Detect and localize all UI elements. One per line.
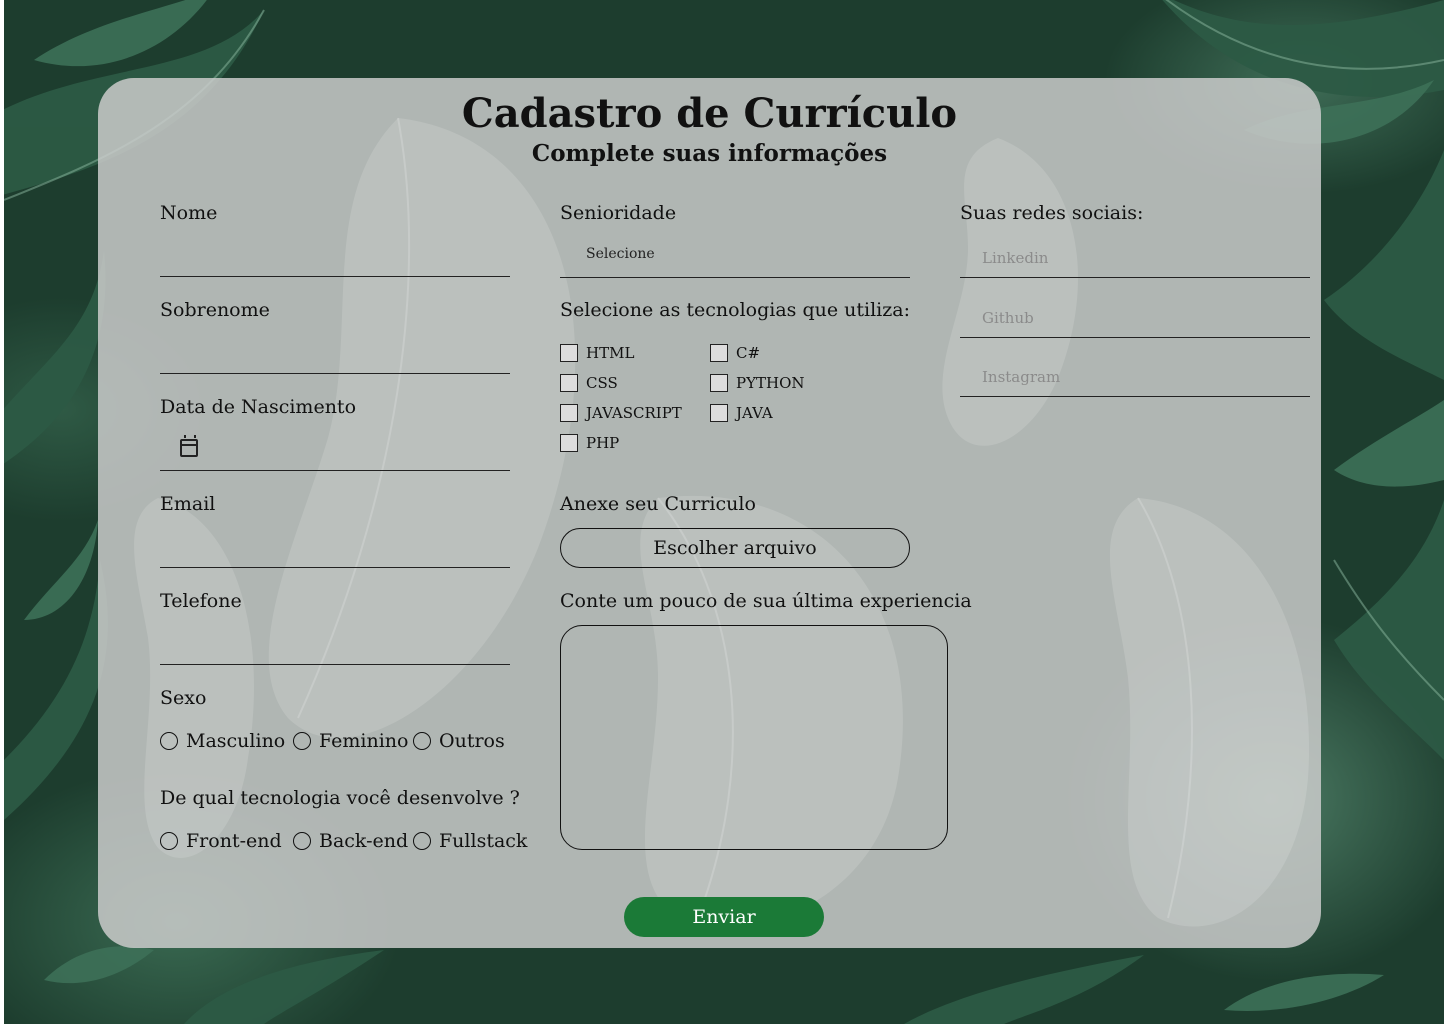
- radio-outros[interactable]: Outros: [413, 730, 505, 752]
- radio-masculino[interactable]: Masculino: [160, 730, 293, 752]
- instagram-input[interactable]: [960, 357, 1310, 397]
- nascimento-label: Data de Nascimento: [160, 396, 357, 418]
- choose-file-button[interactable]: Escolher arquivo: [560, 528, 910, 568]
- telefone-input[interactable]: [160, 625, 510, 665]
- radio-circle[interactable]: [160, 732, 178, 750]
- anexo-label: Anexe seu Curriculo: [560, 493, 756, 515]
- radio-circle[interactable]: [413, 732, 431, 750]
- nascimento-date-input[interactable]: [160, 431, 510, 471]
- radio-feminino[interactable]: Feminino: [293, 730, 413, 752]
- nome-input[interactable]: [160, 237, 510, 277]
- experiencia-textarea[interactable]: [560, 625, 948, 850]
- radio-label: Feminino: [319, 730, 409, 752]
- radio-label: Front-end: [186, 830, 282, 852]
- tech-area-radio-group: Front-end Back-end Fullstack: [160, 830, 527, 852]
- checkbox-box[interactable]: [710, 344, 728, 362]
- radio-label: Back-end: [319, 830, 409, 852]
- checkbox-box[interactable]: [560, 434, 578, 452]
- checkbox-label: PYTHON: [736, 374, 805, 392]
- checkbox-label: JAVASCRIPT: [586, 404, 682, 422]
- checkbox-box[interactable]: [560, 374, 578, 392]
- checkbox-box[interactable]: [710, 374, 728, 392]
- github-input[interactable]: [960, 298, 1310, 338]
- sexo-radio-group: Masculino Feminino Outros: [160, 730, 505, 752]
- checkbox-label: PHP: [586, 434, 620, 452]
- radio-circle[interactable]: [293, 832, 311, 850]
- checkbox-javascript[interactable]: JAVASCRIPT: [560, 404, 682, 422]
- radio-fullstack[interactable]: Fullstack: [413, 830, 527, 852]
- experiencia-label: Conte um pouco de sua última experiencia: [560, 590, 972, 612]
- sexo-label: Sexo: [160, 687, 207, 709]
- checkbox-python[interactable]: PYTHON: [710, 374, 805, 392]
- radio-back-end[interactable]: Back-end: [293, 830, 413, 852]
- tecnologias-label: Selecione as tecnologias que utiliza:: [560, 299, 910, 321]
- checkbox-label: C#: [736, 344, 761, 362]
- radio-circle[interactable]: [413, 832, 431, 850]
- radio-front-end[interactable]: Front-end: [160, 830, 293, 852]
- checkbox-label: JAVA: [736, 404, 773, 422]
- page-title: Cadastro de Currículo: [461, 90, 958, 137]
- telefone-label: Telefone: [160, 590, 242, 612]
- radio-circle[interactable]: [160, 832, 178, 850]
- checkbox-box[interactable]: [560, 344, 578, 362]
- checkbox-java[interactable]: JAVA: [710, 404, 773, 422]
- checkbox-label: CSS: [586, 374, 618, 392]
- checkbox-css[interactable]: CSS: [560, 374, 618, 392]
- sobrenome-input[interactable]: [160, 334, 510, 374]
- email-input[interactable]: [160, 528, 510, 568]
- email-label: Email: [160, 493, 216, 515]
- checkbox-html[interactable]: HTML: [560, 344, 634, 362]
- checkbox-csharp[interactable]: C#: [710, 344, 760, 362]
- redes-sociais-label: Suas redes sociais:: [960, 202, 1144, 224]
- form-card: Cadastro de Currículo Complete suas info…: [98, 78, 1321, 948]
- radio-circle[interactable]: [293, 732, 311, 750]
- tech-area-label: De qual tecnologia você desenvolve ?: [160, 787, 520, 809]
- senioridade-select[interactable]: Selecione: [560, 238, 910, 278]
- sobrenome-label: Sobrenome: [160, 299, 270, 321]
- checkbox-php[interactable]: PHP: [560, 434, 619, 452]
- radio-label: Masculino: [186, 730, 286, 752]
- radio-label: Fullstack: [439, 830, 528, 852]
- submit-button[interactable]: Enviar: [624, 897, 824, 937]
- linkedin-input[interactable]: [960, 238, 1310, 278]
- checkbox-box[interactable]: [710, 404, 728, 422]
- page-subtitle: Complete suas informações: [531, 140, 888, 167]
- checkbox-label: HTML: [586, 344, 635, 362]
- calendar-icon[interactable]: [180, 435, 198, 457]
- checkbox-box[interactable]: [560, 404, 578, 422]
- senioridade-label: Senioridade: [560, 202, 677, 224]
- nome-label: Nome: [160, 202, 218, 224]
- radio-label: Outros: [439, 730, 505, 752]
